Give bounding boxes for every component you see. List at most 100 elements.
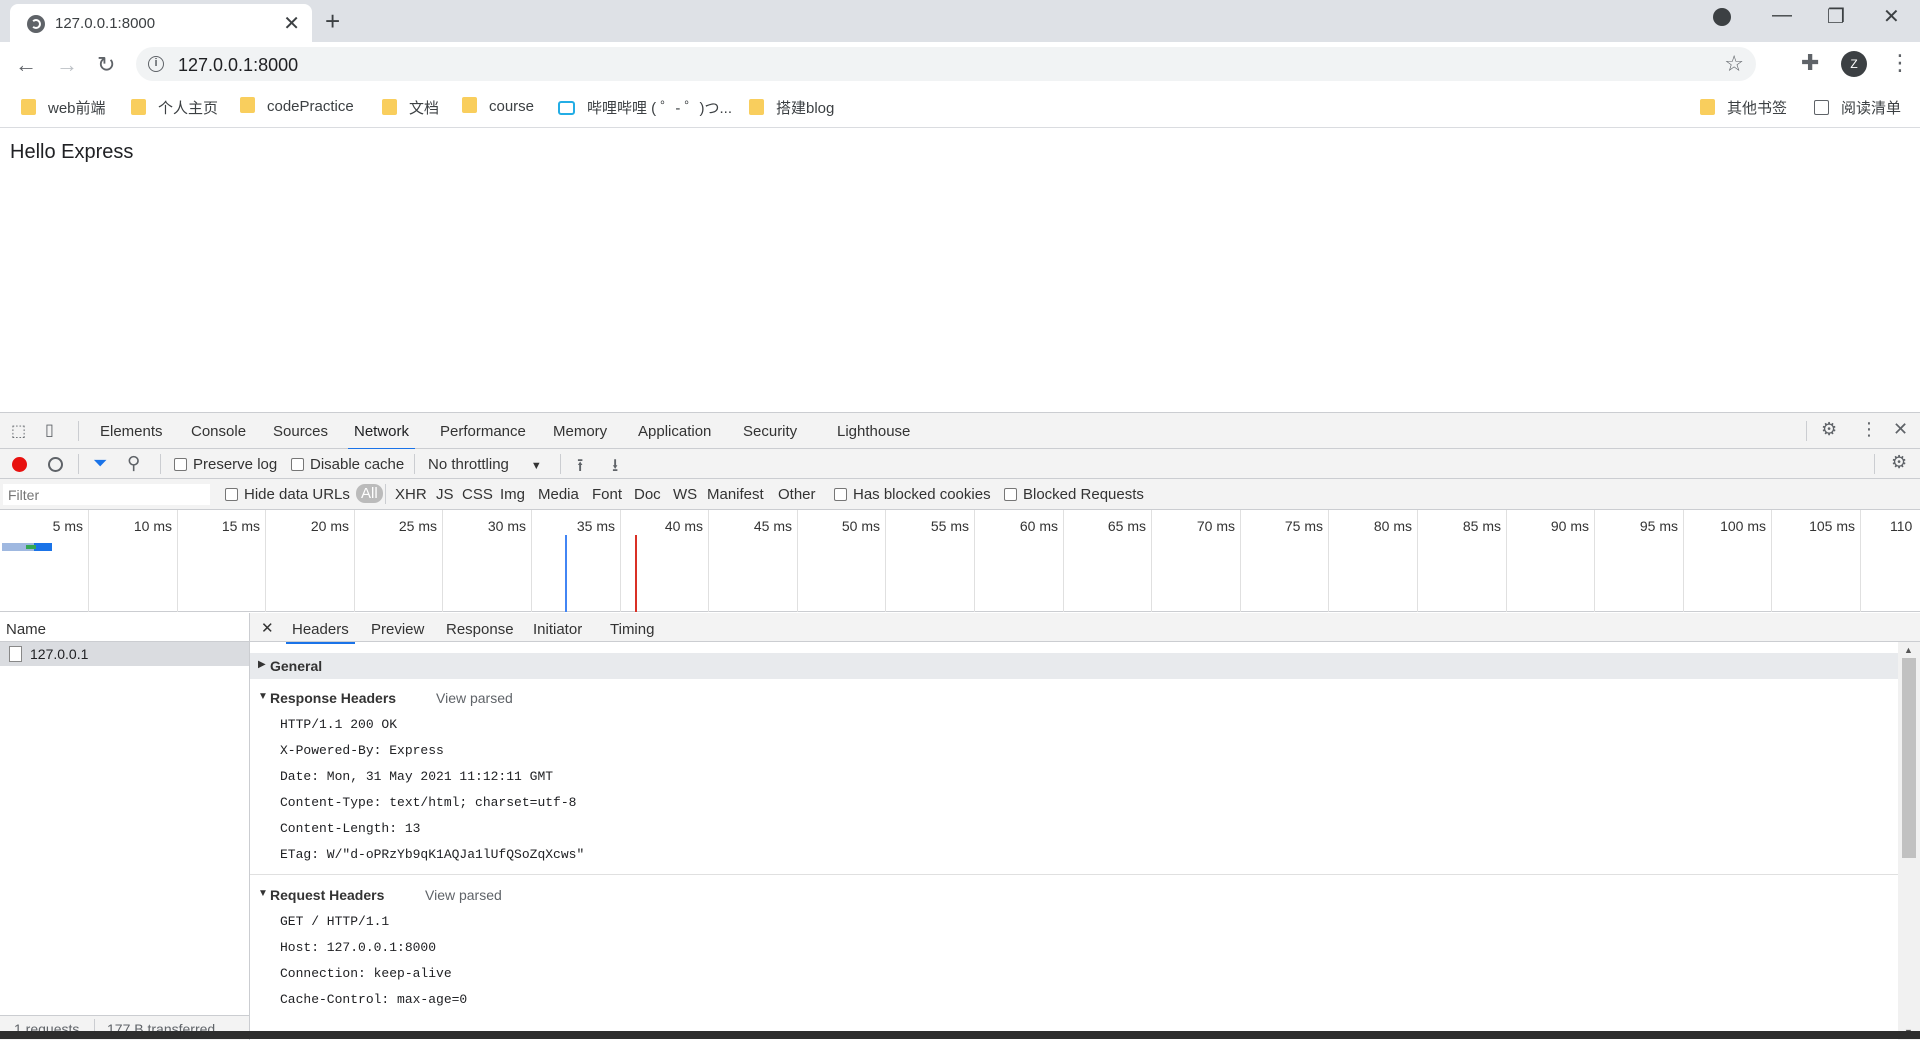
tab-search-icon[interactable] <box>1713 8 1731 26</box>
detail-tab-preview[interactable]: Preview <box>371 621 424 638</box>
bookmark-other[interactable]: 其他书签 <box>1700 97 1787 118</box>
bookmark-web-frontend[interactable]: web前端 <box>21 97 106 118</box>
close-tab-icon[interactable]: ✕ <box>283 11 300 36</box>
view-parsed-link[interactable]: View parsed <box>425 887 502 903</box>
timeline-tick-label: 25 ms <box>398 518 437 534</box>
bookmark-star-icon[interactable]: ☆ <box>1724 51 1744 77</box>
reading-list[interactable]: 阅读清单 <box>1814 97 1901 118</box>
detail-tab-response[interactable]: Response <box>446 621 514 638</box>
timeline-tick-label: 30 ms <box>487 518 526 534</box>
more-options-icon[interactable]: ⋮ <box>1860 419 1878 440</box>
filter-type-media[interactable]: Media <box>538 486 579 503</box>
close-detail-icon[interactable]: ✕ <box>261 619 274 637</box>
filter-type-other[interactable]: Other <box>778 486 816 503</box>
waterfall-bar-download <box>34 543 52 551</box>
reload-icon[interactable]: ↻ <box>97 52 115 78</box>
name-column-header[interactable]: Name <box>0 613 249 642</box>
search-icon[interactable]: ⚲ <box>127 453 140 474</box>
tab-sources[interactable]: Sources <box>273 423 328 440</box>
bilibili-icon <box>558 101 575 115</box>
filter-type-xhr[interactable]: XHR <box>395 486 427 503</box>
tab-lighthouse[interactable]: Lighthouse <box>837 423 910 440</box>
forward-arrow-icon[interactable]: → <box>56 52 78 78</box>
throttling-select[interactable]: No throttling ▼ <box>428 456 542 473</box>
tab-performance[interactable]: Performance <box>440 423 526 440</box>
has-blocked-cookies-checkbox[interactable]: Has blocked cookies <box>834 486 991 503</box>
bookmark-bilibili[interactable]: 哔哩哔哩 ( ゜- ゜)つ... <box>558 97 732 118</box>
timeline-tick-label: 15 ms <box>221 518 260 534</box>
preserve-log-checkbox[interactable]: Preserve log <box>174 456 277 473</box>
timeline-gridline <box>1417 510 1418 612</box>
timeline-gridline <box>177 510 178 612</box>
inspect-element-icon[interactable]: ⬚ <box>11 421 26 441</box>
tab-memory[interactable]: Memory <box>553 423 607 440</box>
scroll-up-icon[interactable]: ▲ <box>1904 645 1913 655</box>
tab-elements[interactable]: Elements <box>100 423 163 440</box>
address-bar[interactable]: i 127.0.0.1:8000 ☆ <box>136 47 1756 81</box>
tab-application[interactable]: Application <box>638 423 711 440</box>
checkbox[interactable] <box>834 488 847 501</box>
globe-icon <box>27 15 45 33</box>
checkbox[interactable] <box>1004 488 1017 501</box>
clear-icon[interactable] <box>48 457 63 472</box>
checkbox[interactable] <box>225 488 238 501</box>
network-overview-timeline[interactable]: 5 ms 10 ms 15 ms 20 ms 25 ms 30 ms 35 ms 40 ms 4… <box>0 510 1920 612</box>
filter-type-css[interactable]: CSS <box>462 486 493 503</box>
record-icon[interactable] <box>12 457 27 472</box>
blocked-requests-checkbox[interactable]: Blocked Requests <box>1004 486 1144 503</box>
bookmark-course[interactable]: course <box>462 97 534 115</box>
timeline-tick-label: 40 ms <box>664 518 703 534</box>
load-event-marker <box>635 535 637 612</box>
bookmark-code-practice[interactable]: codePractice <box>240 97 354 115</box>
request-headers-section-header[interactable]: ▼ Request Headers View parsed <box>250 882 1898 908</box>
tab-network[interactable]: Network <box>347 423 416 450</box>
disable-cache-checkbox[interactable]: Disable cache <box>291 456 404 473</box>
bookmark-docs[interactable]: 文档 <box>382 97 439 118</box>
tab-console[interactable]: Console <box>191 423 246 440</box>
bookmark-personal-home[interactable]: 个人主页 <box>131 97 218 118</box>
filter-type-img[interactable]: Img <box>500 486 525 503</box>
filter-type-ws[interactable]: WS <box>673 486 697 503</box>
filter-type-doc[interactable]: Doc <box>634 486 661 503</box>
hide-data-urls-checkbox[interactable]: Hide data URLs <box>225 486 350 503</box>
bookmark-build-blog[interactable]: 搭建blog <box>749 97 834 118</box>
back-arrow-icon[interactable]: ← <box>15 52 37 78</box>
extensions-puzzle-icon[interactable]: ✚ <box>1801 50 1819 76</box>
timeline-gridline <box>531 510 532 612</box>
filter-type-js[interactable]: JS <box>436 486 454 503</box>
filter-funnel-icon[interactable]: ⏷ <box>93 453 107 474</box>
network-settings-gear-icon[interactable]: ⚙ <box>1891 452 1907 473</box>
filter-type-all[interactable]: All <box>356 484 383 503</box>
detail-scrollbar[interactable]: ▲ ▼ <box>1898 642 1920 1040</box>
settings-gear-icon[interactable]: ⚙ <box>1821 419 1837 440</box>
url-text[interactable]: 127.0.0.1:8000 <box>178 55 298 76</box>
detail-tab-timing[interactable]: Timing <box>610 621 654 638</box>
checkbox[interactable] <box>174 458 187 471</box>
response-headers-section-header[interactable]: ▼ Response Headers View parsed <box>250 685 1898 711</box>
profile-avatar[interactable]: Z <box>1841 51 1867 77</box>
device-toolbar-icon[interactable]: ▯ <box>45 420 54 440</box>
tab-security[interactable]: Security <box>743 423 797 440</box>
filter-input[interactable] <box>3 484 210 505</box>
request-row[interactable]: 127.0.0.1 <box>0 642 249 666</box>
filter-type-manifest[interactable]: Manifest <box>707 486 764 503</box>
timeline-gridline <box>885 510 886 612</box>
detail-tab-initiator[interactable]: Initiator <box>533 621 582 638</box>
minimize-icon[interactable]: — <box>1772 4 1792 27</box>
restore-icon[interactable]: ❐ <box>1827 4 1845 29</box>
timeline-gridline <box>265 510 266 612</box>
general-section-header[interactable]: ▶ General <box>250 653 1898 679</box>
detail-tab-headers[interactable]: Headers <box>286 621 355 644</box>
folder-icon <box>21 99 36 115</box>
close-window-icon[interactable]: ✕ <box>1883 4 1900 29</box>
site-info-icon[interactable]: i <box>148 56 164 72</box>
request-header-line: Connection: keep-alive <box>280 966 452 981</box>
view-parsed-link[interactable]: View parsed <box>436 690 513 706</box>
new-tab-icon[interactable]: + <box>325 6 340 37</box>
filter-type-font[interactable]: Font <box>592 486 622 503</box>
scrollbar-thumb[interactable] <box>1902 658 1916 858</box>
checkbox[interactable] <box>291 458 304 471</box>
close-devtools-icon[interactable]: ✕ <box>1893 419 1908 440</box>
menu-kebab-icon[interactable]: ⋮ <box>1889 50 1911 76</box>
browser-tab[interactable]: 127.0.0.1:8000 ✕ <box>10 4 312 42</box>
